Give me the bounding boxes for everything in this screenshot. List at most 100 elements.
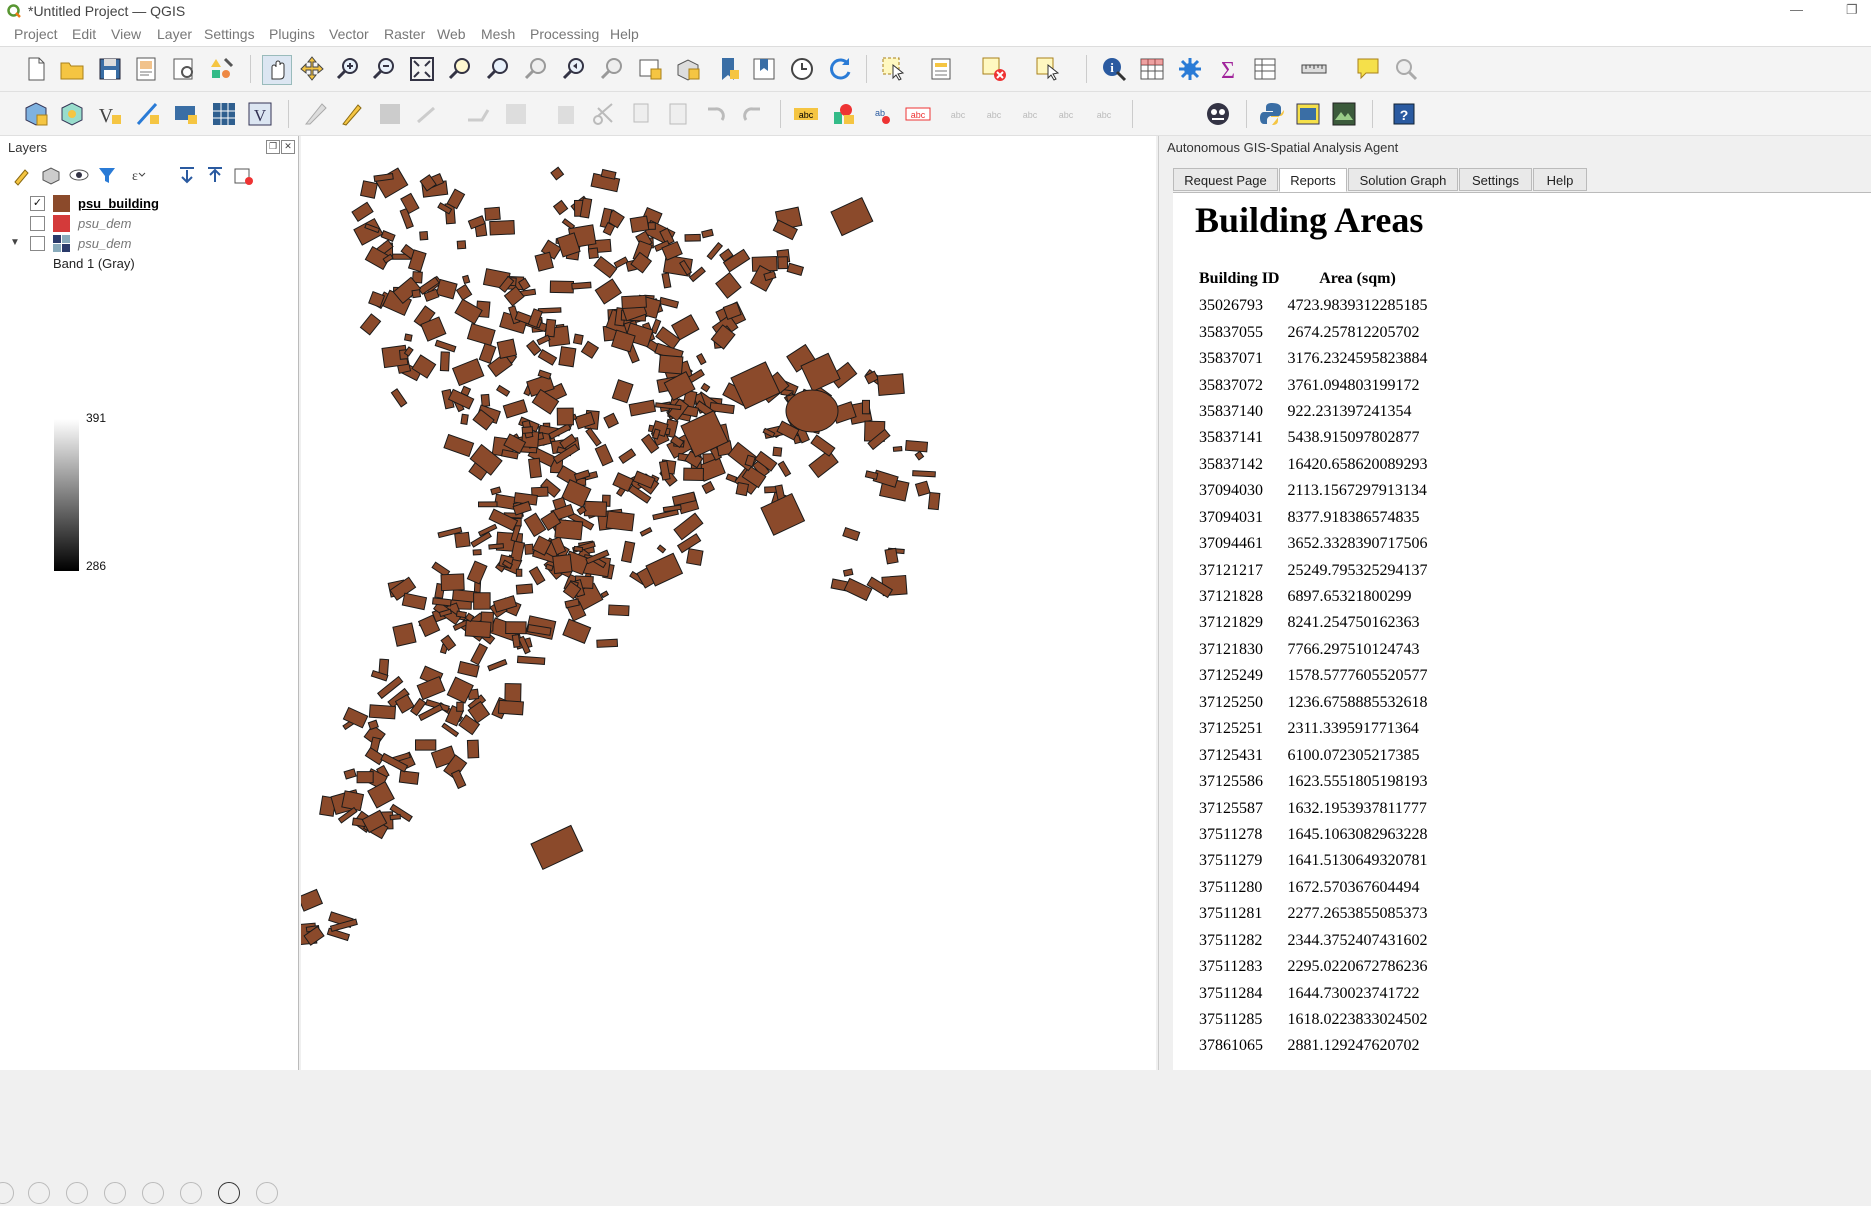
menu-help[interactable]: Help <box>610 26 639 42</box>
restore-button[interactable]: ❐ <box>1846 2 1858 18</box>
close-panel-button[interactable]: ✕ <box>281 140 295 154</box>
zoom-next-icon[interactable] <box>598 55 626 83</box>
new-3d-view-icon[interactable] <box>674 55 702 83</box>
add-group-icon[interactable] <box>40 164 62 186</box>
filter-legend-icon[interactable] <box>96 164 118 186</box>
tab-settings[interactable]: Settings <box>1459 168 1532 191</box>
remove-layer-icon[interactable] <box>232 164 254 186</box>
zoom-last-icon[interactable] <box>560 55 588 83</box>
pan-map-icon[interactable] <box>262 55 292 85</box>
temporal-controller-icon[interactable] <box>788 55 816 83</box>
float-panel-button[interactable]: ❐ <box>266 140 280 154</box>
select-location-icon[interactable] <box>1034 55 1062 83</box>
more-icon[interactable] <box>256 1182 278 1204</box>
minimize-button[interactable]: — <box>1790 2 1803 17</box>
open-project-icon[interactable] <box>58 55 86 83</box>
menu-processing[interactable]: Processing <box>530 26 599 42</box>
map-canvas[interactable] <box>301 136 1156 1070</box>
label-toolbar-icon[interactable]: abc <box>792 100 820 128</box>
new-geopackage-icon[interactable] <box>58 100 86 128</box>
menu-edit[interactable]: Edit <box>72 26 96 42</box>
menu-mesh[interactable]: Mesh <box>481 26 515 42</box>
layer-visibility-checkbox[interactable] <box>30 216 45 231</box>
new-shapefile-icon[interactable]: V <box>96 100 124 128</box>
zoom-to-layer-icon[interactable] <box>484 55 512 83</box>
change-label-icon[interactable]: abc <box>1016 100 1044 128</box>
toggle-editing-icon[interactable] <box>338 100 366 128</box>
menu-plugins[interactable]: Plugins <box>269 26 315 42</box>
modify-attributes-icon[interactable] <box>502 100 530 128</box>
zoom-to-selection-icon[interactable] <box>446 55 474 83</box>
rotate-label-icon[interactable]: abc <box>980 100 1008 128</box>
diagram-icon[interactable] <box>830 100 858 128</box>
layer-psu-dem-1[interactable]: psu_dem <box>0 214 298 234</box>
map-tips-icon[interactable] <box>1354 55 1382 83</box>
menu-web[interactable]: Web <box>437 26 466 42</box>
window-icon[interactable] <box>180 1182 202 1204</box>
style-manager-icon[interactable] <box>208 55 236 83</box>
layer-psu-building[interactable]: ✓ psu_building <box>0 194 298 214</box>
style-panel-icon[interactable] <box>12 164 34 186</box>
cut-icon[interactable] <box>590 100 618 128</box>
undo-icon[interactable] <box>702 100 730 128</box>
status-tool-icon[interactable] <box>0 1182 14 1204</box>
layer-visibility-checkbox[interactable]: ✓ <box>30 196 45 211</box>
expand-all-icon[interactable] <box>176 164 198 186</box>
save-edits-icon[interactable] <box>376 100 404 128</box>
identify-features-icon[interactable]: i <box>1100 55 1128 83</box>
layout-manager-icon[interactable] <box>170 55 198 83</box>
zoom-full-icon[interactable] <box>408 55 436 83</box>
attribute-table-icon[interactable] <box>1138 55 1166 83</box>
record-icon[interactable] <box>218 1182 240 1204</box>
add-feature-icon[interactable] <box>414 100 442 128</box>
search-icon[interactable] <box>1392 55 1420 83</box>
gis-agent-icon[interactable] <box>1204 100 1232 128</box>
pan-to-selection-icon[interactable] <box>298 55 326 83</box>
menu-view[interactable]: View <box>111 26 141 42</box>
deselect-icon[interactable] <box>980 55 1008 83</box>
expand-arrow-icon[interactable]: ▼ <box>10 237 20 248</box>
menu-raster[interactable]: Raster <box>384 26 425 42</box>
zoom-out-icon[interactable] <box>370 55 398 83</box>
data-source-manager-icon[interactable] <box>22 100 50 128</box>
label-highlight-icon[interactable]: abc <box>904 100 932 128</box>
tab-request-page[interactable]: Request Page <box>1173 168 1278 191</box>
refresh-icon[interactable] <box>826 55 854 83</box>
paste-icon[interactable] <box>664 100 692 128</box>
zoom-in-icon[interactable] <box>334 55 362 83</box>
save-project-icon[interactable] <box>96 55 124 83</box>
processing-toolbox-icon[interactable] <box>1176 55 1204 83</box>
label-callout-icon[interactable]: abc <box>1090 100 1118 128</box>
menu-layer[interactable]: Layer <box>157 26 192 42</box>
play-icon[interactable] <box>28 1182 50 1204</box>
copy-icon[interactable] <box>628 100 656 128</box>
layers-icon[interactable] <box>104 1182 126 1204</box>
search-icon[interactable] <box>142 1182 164 1204</box>
new-virtual-layer-icon[interactable] <box>172 100 200 128</box>
layer-visibility-checkbox[interactable] <box>30 236 45 251</box>
tab-reports[interactable]: Reports <box>1279 168 1347 192</box>
python-console-icon[interactable] <box>1258 100 1286 128</box>
select-by-value-icon[interactable] <box>928 55 956 83</box>
move-label-icon[interactable]: abc <box>944 100 972 128</box>
filter-expression-icon[interactable]: ε <box>124 164 146 186</box>
zoom-native-icon[interactable] <box>522 55 550 83</box>
delete-selected-icon[interactable] <box>552 100 580 128</box>
digitize-icon[interactable] <box>302 100 330 128</box>
vertex-tool-icon[interactable] <box>464 100 492 128</box>
show-hide-label-icon[interactable]: abc <box>1052 100 1080 128</box>
menu-project[interactable]: Project <box>14 26 58 42</box>
print-layout-icon[interactable] <box>132 55 160 83</box>
label-pin-icon[interactable]: ab <box>868 100 896 128</box>
new-scratch-layer-icon[interactable] <box>134 100 162 128</box>
collapse-all-icon[interactable] <box>204 164 226 186</box>
tab-help[interactable]: Help <box>1533 168 1587 191</box>
bookmark-icon[interactable] <box>714 55 742 83</box>
manage-visibility-icon[interactable] <box>68 164 90 186</box>
add-raster-icon[interactable] <box>210 100 238 128</box>
measure-line-icon[interactable] <box>1300 55 1328 83</box>
help-icon[interactable]: ? <box>1390 100 1418 128</box>
select-features-icon[interactable] <box>880 55 908 83</box>
dem-viewer-icon[interactable] <box>1294 100 1322 128</box>
tab-solution-graph[interactable]: Solution Graph <box>1348 168 1458 191</box>
